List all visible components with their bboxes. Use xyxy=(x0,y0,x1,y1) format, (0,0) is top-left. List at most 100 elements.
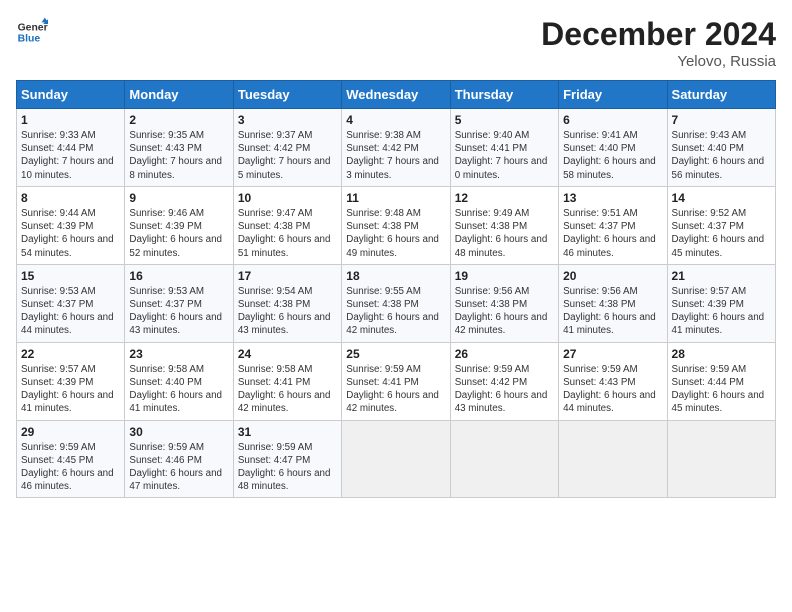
day-number: 18 xyxy=(346,269,445,283)
calendar-cell: 13 Sunrise: 9:51 AM Sunset: 4:37 PM Dayl… xyxy=(559,186,667,264)
svg-text:Blue: Blue xyxy=(18,34,41,45)
col-saturday: Saturday xyxy=(667,81,775,109)
cell-info: Sunrise: 9:59 AM Sunset: 4:44 PM Dayligh… xyxy=(672,363,771,416)
day-number: 2 xyxy=(129,113,228,127)
col-friday: Friday xyxy=(559,81,667,109)
day-number: 25 xyxy=(346,347,445,361)
cell-info: Sunrise: 9:59 AM Sunset: 4:46 PM Dayligh… xyxy=(129,441,228,494)
col-wednesday: Wednesday xyxy=(342,81,450,109)
calendar-cell: 5 Sunrise: 9:40 AM Sunset: 4:41 PM Dayli… xyxy=(450,109,558,187)
calendar-cell: 2 Sunrise: 9:35 AM Sunset: 4:43 PM Dayli… xyxy=(125,109,233,187)
logo: General Blue xyxy=(16,16,48,48)
calendar-cell xyxy=(667,420,775,498)
cell-info: Sunrise: 9:44 AM Sunset: 4:39 PM Dayligh… xyxy=(21,207,120,260)
calendar-cell: 20 Sunrise: 9:56 AM Sunset: 4:38 PM Dayl… xyxy=(559,264,667,342)
day-number: 22 xyxy=(21,347,120,361)
header: General Blue December 2024 Yelovo, Russi… xyxy=(16,16,776,70)
calendar-cell: 29 Sunrise: 9:59 AM Sunset: 4:45 PM Dayl… xyxy=(17,420,125,498)
cell-info: Sunrise: 9:47 AM Sunset: 4:38 PM Dayligh… xyxy=(238,207,337,260)
day-number: 29 xyxy=(21,425,120,439)
calendar-cell: 9 Sunrise: 9:46 AM Sunset: 4:39 PM Dayli… xyxy=(125,186,233,264)
col-thursday: Thursday xyxy=(450,81,558,109)
logo-icon: General Blue xyxy=(16,16,48,48)
day-number: 7 xyxy=(672,113,771,127)
cell-info: Sunrise: 9:59 AM Sunset: 4:47 PM Dayligh… xyxy=(238,441,337,494)
calendar-cell: 28 Sunrise: 9:59 AM Sunset: 4:44 PM Dayl… xyxy=(667,342,775,420)
cell-info: Sunrise: 9:53 AM Sunset: 4:37 PM Dayligh… xyxy=(129,285,228,338)
page: General Blue December 2024 Yelovo, Russi… xyxy=(0,0,792,612)
day-number: 8 xyxy=(21,191,120,205)
week-row-3: 15 Sunrise: 9:53 AM Sunset: 4:37 PM Dayl… xyxy=(17,264,776,342)
calendar-cell: 30 Sunrise: 9:59 AM Sunset: 4:46 PM Dayl… xyxy=(125,420,233,498)
cell-info: Sunrise: 9:37 AM Sunset: 4:42 PM Dayligh… xyxy=(238,129,337,182)
calendar-cell: 27 Sunrise: 9:59 AM Sunset: 4:43 PM Dayl… xyxy=(559,342,667,420)
cell-info: Sunrise: 9:41 AM Sunset: 4:40 PM Dayligh… xyxy=(563,129,662,182)
cell-info: Sunrise: 9:51 AM Sunset: 4:37 PM Dayligh… xyxy=(563,207,662,260)
cell-info: Sunrise: 9:48 AM Sunset: 4:38 PM Dayligh… xyxy=(346,207,445,260)
day-number: 3 xyxy=(238,113,337,127)
calendar-cell: 12 Sunrise: 9:49 AM Sunset: 4:38 PM Dayl… xyxy=(450,186,558,264)
cell-info: Sunrise: 9:55 AM Sunset: 4:38 PM Dayligh… xyxy=(346,285,445,338)
cell-info: Sunrise: 9:53 AM Sunset: 4:37 PM Dayligh… xyxy=(21,285,120,338)
calendar-cell: 11 Sunrise: 9:48 AM Sunset: 4:38 PM Dayl… xyxy=(342,186,450,264)
day-number: 15 xyxy=(21,269,120,283)
calendar-cell: 17 Sunrise: 9:54 AM Sunset: 4:38 PM Dayl… xyxy=(233,264,341,342)
cell-info: Sunrise: 9:59 AM Sunset: 4:43 PM Dayligh… xyxy=(563,363,662,416)
cell-info: Sunrise: 9:59 AM Sunset: 4:41 PM Dayligh… xyxy=(346,363,445,416)
calendar-cell: 6 Sunrise: 9:41 AM Sunset: 4:40 PM Dayli… xyxy=(559,109,667,187)
cell-info: Sunrise: 9:56 AM Sunset: 4:38 PM Dayligh… xyxy=(563,285,662,338)
day-number: 26 xyxy=(455,347,554,361)
day-number: 31 xyxy=(238,425,337,439)
day-number: 24 xyxy=(238,347,337,361)
day-number: 6 xyxy=(563,113,662,127)
day-number: 23 xyxy=(129,347,228,361)
day-number: 11 xyxy=(346,191,445,205)
col-tuesday: Tuesday xyxy=(233,81,341,109)
calendar-cell xyxy=(559,420,667,498)
day-number: 12 xyxy=(455,191,554,205)
calendar-cell: 10 Sunrise: 9:47 AM Sunset: 4:38 PM Dayl… xyxy=(233,186,341,264)
calendar-cell: 21 Sunrise: 9:57 AM Sunset: 4:39 PM Dayl… xyxy=(667,264,775,342)
week-row-4: 22 Sunrise: 9:57 AM Sunset: 4:39 PM Dayl… xyxy=(17,342,776,420)
cell-info: Sunrise: 9:35 AM Sunset: 4:43 PM Dayligh… xyxy=(129,129,228,182)
day-number: 19 xyxy=(455,269,554,283)
calendar-cell: 19 Sunrise: 9:56 AM Sunset: 4:38 PM Dayl… xyxy=(450,264,558,342)
day-number: 16 xyxy=(129,269,228,283)
calendar-cell: 31 Sunrise: 9:59 AM Sunset: 4:47 PM Dayl… xyxy=(233,420,341,498)
cell-info: Sunrise: 9:54 AM Sunset: 4:38 PM Dayligh… xyxy=(238,285,337,338)
calendar-cell: 22 Sunrise: 9:57 AM Sunset: 4:39 PM Dayl… xyxy=(17,342,125,420)
day-number: 13 xyxy=(563,191,662,205)
col-monday: Monday xyxy=(125,81,233,109)
main-title: December 2024 xyxy=(541,16,776,53)
calendar-cell: 1 Sunrise: 9:33 AM Sunset: 4:44 PM Dayli… xyxy=(17,109,125,187)
cell-info: Sunrise: 9:59 AM Sunset: 4:45 PM Dayligh… xyxy=(21,441,120,494)
cell-info: Sunrise: 9:58 AM Sunset: 4:41 PM Dayligh… xyxy=(238,363,337,416)
week-row-2: 8 Sunrise: 9:44 AM Sunset: 4:39 PM Dayli… xyxy=(17,186,776,264)
cell-info: Sunrise: 9:57 AM Sunset: 4:39 PM Dayligh… xyxy=(672,285,771,338)
week-row-1: 1 Sunrise: 9:33 AM Sunset: 4:44 PM Dayli… xyxy=(17,109,776,187)
week-row-5: 29 Sunrise: 9:59 AM Sunset: 4:45 PM Dayl… xyxy=(17,420,776,498)
cell-info: Sunrise: 9:59 AM Sunset: 4:42 PM Dayligh… xyxy=(455,363,554,416)
day-number: 17 xyxy=(238,269,337,283)
calendar-cell xyxy=(342,420,450,498)
day-number: 14 xyxy=(672,191,771,205)
day-number: 10 xyxy=(238,191,337,205)
subtitle: Yelovo, Russia xyxy=(541,53,776,70)
calendar-cell: 3 Sunrise: 9:37 AM Sunset: 4:42 PM Dayli… xyxy=(233,109,341,187)
day-number: 5 xyxy=(455,113,554,127)
day-number: 28 xyxy=(672,347,771,361)
calendar-cell: 24 Sunrise: 9:58 AM Sunset: 4:41 PM Dayl… xyxy=(233,342,341,420)
calendar-cell: 16 Sunrise: 9:53 AM Sunset: 4:37 PM Dayl… xyxy=(125,264,233,342)
calendar-cell: 23 Sunrise: 9:58 AM Sunset: 4:40 PM Dayl… xyxy=(125,342,233,420)
cell-info: Sunrise: 9:40 AM Sunset: 4:41 PM Dayligh… xyxy=(455,129,554,182)
calendar-cell: 14 Sunrise: 9:52 AM Sunset: 4:37 PM Dayl… xyxy=(667,186,775,264)
cell-info: Sunrise: 9:38 AM Sunset: 4:42 PM Dayligh… xyxy=(346,129,445,182)
cell-info: Sunrise: 9:57 AM Sunset: 4:39 PM Dayligh… xyxy=(21,363,120,416)
day-number: 20 xyxy=(563,269,662,283)
day-number: 27 xyxy=(563,347,662,361)
day-number: 4 xyxy=(346,113,445,127)
day-number: 30 xyxy=(129,425,228,439)
calendar-cell: 18 Sunrise: 9:55 AM Sunset: 4:38 PM Dayl… xyxy=(342,264,450,342)
header-row: Sunday Monday Tuesday Wednesday Thursday… xyxy=(17,81,776,109)
svg-text:General: General xyxy=(18,22,48,33)
